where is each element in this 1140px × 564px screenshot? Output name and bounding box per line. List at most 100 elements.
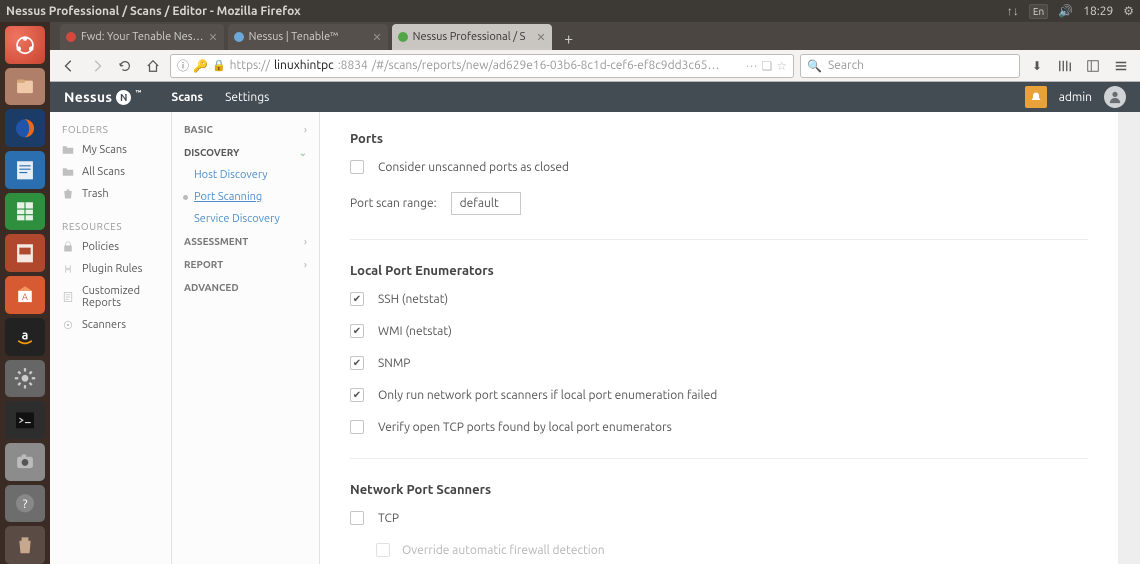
checkbox-snmp[interactable]: [350, 356, 364, 370]
home-button[interactable]: [142, 55, 164, 77]
svg-text:?: ?: [23, 497, 28, 511]
username[interactable]: admin: [1059, 91, 1092, 104]
page-actions-icon[interactable]: ⋯: [745, 59, 757, 73]
folders-heading: FOLDERS: [50, 120, 171, 139]
resources-heading: RESOURCES: [50, 217, 171, 236]
launcher-help[interactable]: ?: [5, 485, 45, 523]
launcher-screenshot[interactable]: [5, 443, 45, 481]
network-icon[interactable]: ↑↓: [1007, 4, 1019, 18]
user-avatar-icon[interactable]: [1104, 86, 1126, 108]
launcher-dash[interactable]: [5, 26, 45, 64]
sidebar-scanners[interactable]: Scanners: [50, 314, 171, 336]
browser-tab-2[interactable]: Nessus Professional / S ✕: [392, 24, 552, 50]
subnav-discovery[interactable]: DISCOVERY⌄: [172, 141, 319, 164]
sidebar-my-scans[interactable]: My Scans: [50, 139, 171, 161]
launcher-terminal[interactable]: [5, 401, 45, 439]
browser-tab-0[interactable]: Fwd: Your Tenable Nes… ✕: [60, 24, 224, 50]
new-tab-button[interactable]: +: [556, 28, 582, 50]
back-button[interactable]: [58, 55, 80, 77]
lock-icon: 🔒: [212, 59, 226, 72]
favicon-icon: [398, 32, 408, 42]
svg-text:a: a: [22, 329, 29, 343]
chevron-right-icon: ›: [304, 236, 307, 247]
subnav-service-discovery[interactable]: Service Discovery: [172, 208, 319, 230]
tab-title: Nessus Professional / S: [413, 31, 526, 43]
window-title: Nessus Professional / Scans / Editor - M…: [6, 5, 301, 18]
nessus-logo[interactable]: Nessus N ™: [64, 89, 141, 105]
divider: [350, 239, 1088, 240]
checkbox-ssh[interactable]: [350, 292, 364, 306]
clock[interactable]: 18:29: [1083, 5, 1113, 18]
launcher-calc[interactable]: [5, 193, 45, 231]
reader-icon[interactable]: ❏: [761, 59, 772, 73]
notification-bell-icon[interactable]: [1025, 86, 1047, 108]
divider: [350, 458, 1088, 459]
checkbox-override-fw[interactable]: [376, 543, 390, 557]
downloads-icon[interactable]: ⬇: [1026, 55, 1048, 77]
power-icon[interactable]: ⚙: [1123, 4, 1134, 18]
label-consider-closed: Consider unscanned ports as closed: [378, 161, 569, 174]
subnav-advanced[interactable]: ADVANCED: [172, 276, 319, 299]
sidebar-all-scans[interactable]: All Scans: [50, 161, 171, 183]
checkbox-wmi[interactable]: [350, 324, 364, 338]
main-content: Ports Consider unscanned ports as closed…: [320, 112, 1118, 564]
subnav-assessment[interactable]: ASSESSMENT›: [172, 230, 319, 253]
launcher-settings[interactable]: [5, 360, 45, 398]
folders-sidebar: FOLDERS My Scans All Scans Trash RESOURC…: [50, 112, 172, 564]
launcher-software[interactable]: A: [5, 276, 45, 314]
section-net-scanners: Network Port Scanners: [350, 483, 1088, 497]
section-local-enum: Local Port Enumerators: [350, 264, 1088, 278]
tab-title: Nessus | Tenable™: [249, 31, 339, 43]
close-tab-icon[interactable]: ✕: [372, 31, 381, 44]
launcher-amazon[interactable]: a: [5, 318, 45, 356]
sidebar-plugin-rules[interactable]: Plugin Rules: [50, 258, 171, 280]
subnav-basic[interactable]: BASIC›: [172, 118, 319, 141]
firefox-window: Fwd: Your Tenable Nes…✕Nessus | Tenable™…: [50, 22, 1140, 564]
sidebar-icon[interactable]: [1082, 55, 1104, 77]
nav-settings[interactable]: Settings: [225, 91, 269, 104]
bookmark-icon[interactable]: ☆: [776, 59, 787, 73]
search-icon: 🔍: [807, 59, 822, 73]
sound-icon[interactable]: 🔊: [1058, 4, 1073, 18]
chevron-down-icon: ⌄: [299, 147, 307, 159]
keyboard-lang[interactable]: En: [1029, 4, 1048, 19]
browser-tab-1[interactable]: Nessus | Tenable™ ✕: [228, 24, 388, 50]
right-rail: [1118, 112, 1140, 564]
input-port-range[interactable]: default: [451, 192, 521, 215]
subnav-port-scanning[interactable]: Port Scanning: [172, 186, 319, 208]
sidebar-policies[interactable]: Policies: [50, 236, 171, 258]
launcher-writer[interactable]: [5, 151, 45, 189]
library-icon[interactable]: [1054, 55, 1076, 77]
browser-tabstrip: Fwd: Your Tenable Nes…✕Nessus | Tenable™…: [50, 22, 1140, 50]
checkbox-only-run[interactable]: [350, 388, 364, 402]
close-tab-icon[interactable]: ✕: [208, 31, 217, 44]
browser-toolbar: ⓘ 🔑 🔒 https:// linuxhintpc :8834 /#/scan…: [50, 50, 1140, 82]
forward-button[interactable]: [86, 55, 108, 77]
tab-title: Fwd: Your Tenable Nes…: [81, 31, 203, 43]
launcher-firefox[interactable]: [5, 109, 45, 147]
sidebar-trash[interactable]: Trash: [50, 183, 171, 205]
system-tray: ↑↓ En 🔊 18:29 ⚙: [1007, 4, 1134, 19]
favicon-icon: [234, 32, 244, 42]
reload-button[interactable]: [114, 55, 136, 77]
label-port-range: Port scan range:: [350, 197, 437, 210]
checkbox-consider-closed[interactable]: [350, 160, 364, 174]
launcher-files[interactable]: [5, 68, 45, 106]
unity-launcher: Aa?: [0, 22, 50, 564]
nav-scans[interactable]: Scans: [171, 91, 203, 104]
subnav-report[interactable]: REPORT›: [172, 253, 319, 276]
launcher-trash[interactable]: [5, 526, 45, 564]
search-bar[interactable]: 🔍 Search: [800, 54, 1020, 78]
subnav-host-discovery[interactable]: Host Discovery: [172, 164, 319, 186]
hamburger-icon[interactable]: [1110, 55, 1132, 77]
checkbox-tcp[interactable]: [350, 511, 364, 525]
chevron-right-icon: ›: [304, 124, 307, 135]
brand-badge-icon: N: [116, 90, 131, 105]
primary-nav: Scans Settings: [171, 91, 269, 104]
launcher-impress[interactable]: [5, 234, 45, 272]
sidebar-custom-reports[interactable]: Customized Reports: [50, 280, 171, 314]
checkbox-verify[interactable]: [350, 420, 364, 434]
close-tab-icon[interactable]: ✕: [536, 31, 545, 44]
os-menubar: Nessus Professional / Scans / Editor - M…: [0, 0, 1140, 22]
address-bar[interactable]: ⓘ 🔑 🔒 https:// linuxhintpc :8834 /#/scan…: [170, 54, 794, 78]
